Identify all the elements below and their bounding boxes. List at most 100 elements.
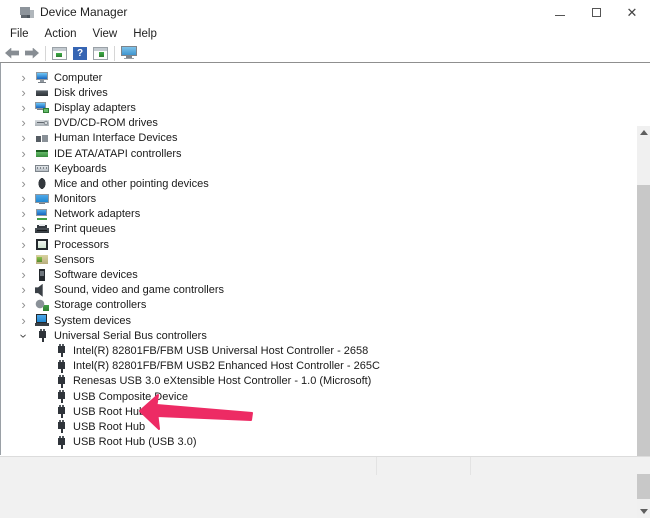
tree-item-label: Disk drives: [54, 87, 108, 99]
chevron-icon[interactable]: [17, 72, 30, 84]
menu-action[interactable]: Action: [37, 26, 85, 42]
chevron-icon[interactable]: [17, 117, 30, 129]
tree-item-universal-serial-bus-controllers[interactable]: Universal Serial Bus controllers: [2, 328, 637, 343]
menu-file[interactable]: File: [2, 26, 37, 42]
chevron-icon[interactable]: [17, 132, 30, 144]
forward-arrow-icon: [25, 48, 39, 59]
tree-item-label: IDE ATA/ATAPI controllers: [54, 148, 182, 160]
chevron-icon[interactable]: [17, 299, 30, 311]
tree-item-system-devices[interactable]: System devices: [2, 313, 637, 328]
action-pane-window-icon: [93, 47, 108, 60]
desktop-strip: [0, 456, 650, 474]
minimize-button[interactable]: [542, 0, 578, 24]
usb-icon: [54, 436, 68, 449]
chevron-icon[interactable]: [17, 87, 30, 99]
tree-item-label: Monitors: [54, 193, 96, 205]
tree-item-network-adapters[interactable]: Network adapters: [2, 207, 637, 222]
tree-item-usb-root-hub[interactable]: USB Root Hub: [2, 404, 637, 419]
tree-item-processors[interactable]: Processors: [2, 237, 637, 252]
chevron-icon[interactable]: [17, 254, 30, 266]
chevron-icon[interactable]: [17, 178, 30, 190]
maximize-button[interactable]: [578, 0, 614, 24]
help-button[interactable]: [70, 45, 90, 62]
dvd-icon: [35, 117, 49, 130]
tree-item-sensors[interactable]: Sensors: [2, 252, 637, 267]
strip-seam: [470, 457, 471, 475]
tree-item-dvd-cd-rom-drives[interactable]: DVD/CD-ROM drives: [2, 116, 637, 131]
scroll-down-button[interactable]: [637, 505, 650, 518]
menu-help[interactable]: Help: [125, 26, 165, 42]
mouse-icon: [35, 177, 49, 190]
network-icon: [35, 208, 49, 221]
tree-item-label: Sound, video and game controllers: [54, 284, 224, 296]
device-manager-app-icon: [20, 6, 34, 19]
chevron-icon[interactable]: [17, 239, 30, 251]
tree-item-ide-ata-atapi-controllers[interactable]: IDE ATA/ATAPI controllers: [2, 146, 637, 161]
tree-item-human-interface-devices[interactable]: Human Interface Devices: [2, 131, 637, 146]
tree-item-label: Human Interface Devices: [54, 132, 178, 144]
storage-icon: [35, 299, 49, 312]
chevron-icon[interactable]: [17, 148, 30, 160]
tree-item-label: Print queues: [54, 223, 116, 235]
tree-item-intel-r-82801fb-fbm-usb2-enhanced-host-controller-265c[interactable]: Intel(R) 82801FB/FBM USB2 Enhanced Host …: [2, 359, 637, 374]
chevron-icon[interactable]: [17, 208, 30, 220]
toolbar: [0, 44, 650, 63]
tree-item-storage-controllers[interactable]: Storage controllers: [2, 298, 637, 313]
tree-item-computer[interactable]: Computer: [2, 70, 637, 85]
tree-item-label: USB Root Hub: [73, 406, 145, 418]
scrollbar-thumb[interactable]: [637, 185, 650, 499]
forward-button[interactable]: [22, 45, 42, 62]
back-button[interactable]: [2, 45, 22, 62]
chevron-icon[interactable]: [17, 223, 30, 235]
tree-item-label: Storage controllers: [54, 299, 146, 311]
chevron-icon[interactable]: [17, 284, 30, 296]
tree-item-intel-r-82801fb-fbm-usb-universal-host-controller-2658[interactable]: Intel(R) 82801FB/FBM USB Universal Host …: [2, 343, 637, 358]
tree-item-label: System devices: [54, 315, 131, 327]
usb-icon: [54, 390, 68, 403]
tree-item-monitors[interactable]: Monitors: [2, 192, 637, 207]
computer-icon: [35, 71, 49, 84]
tree-item-renesas-usb-3-0-extensible-host-controller-1-0-microsoft[interactable]: Renesas USB 3.0 eXtensible Host Controll…: [2, 374, 637, 389]
computer-view-button[interactable]: [118, 45, 140, 62]
close-button[interactable]: ✕: [614, 0, 650, 24]
tree-item-usb-root-hub[interactable]: USB Root Hub: [2, 419, 637, 434]
back-arrow-icon: [5, 48, 19, 59]
system-icon: [35, 314, 49, 327]
chevron-icon[interactable]: [17, 193, 30, 205]
display-icon: [35, 101, 49, 114]
tree-item-usb-root-hub-usb-3-0[interactable]: USB Root Hub (USB 3.0): [2, 435, 637, 450]
ide-icon: [35, 147, 49, 160]
toolbar-separator: [114, 46, 115, 61]
chevron-icon[interactable]: [18, 329, 30, 342]
menu-view[interactable]: View: [85, 26, 126, 42]
monitor-icon: [35, 193, 49, 206]
tree-item-label: USB Root Hub: [73, 421, 145, 433]
tree-item-label: USB Composite Device: [73, 391, 188, 403]
chevron-icon[interactable]: [17, 315, 30, 327]
tree-item-sound-video-and-game-controllers[interactable]: Sound, video and game controllers: [2, 283, 637, 298]
tree-item-label: USB Root Hub (USB 3.0): [73, 436, 197, 448]
tree-item-usb-composite-device[interactable]: USB Composite Device: [2, 389, 637, 404]
tree-item-keyboards[interactable]: Keyboards: [2, 161, 637, 176]
action-pane-button[interactable]: [90, 45, 111, 62]
tree-item-software-devices[interactable]: Software devices: [2, 267, 637, 282]
chevron-icon[interactable]: [17, 102, 30, 114]
tree-item-label: Keyboards: [54, 163, 107, 175]
tree-item-disk-drives[interactable]: Disk drives: [2, 85, 637, 100]
usb-icon: [54, 405, 68, 418]
chevron-icon[interactable]: [17, 163, 30, 175]
keyboard-icon: [35, 162, 49, 175]
tree-item-display-adapters[interactable]: Display adapters: [2, 100, 637, 115]
console-tree-button[interactable]: [49, 45, 70, 62]
window-title: Device Manager: [40, 5, 127, 19]
scroll-up-button[interactable]: [637, 126, 650, 139]
usb-icon: [54, 344, 68, 357]
usb-icon: [35, 329, 49, 342]
minimize-icon: [555, 15, 565, 16]
usb-icon: [54, 360, 68, 373]
tree-item-print-queues[interactable]: Print queues: [2, 222, 637, 237]
chevron-icon[interactable]: [17, 269, 30, 281]
tree-item-mice-and-other-pointing-devices[interactable]: Mice and other pointing devices: [2, 176, 637, 191]
close-icon: ✕: [627, 6, 638, 19]
hid-icon: [35, 132, 49, 145]
